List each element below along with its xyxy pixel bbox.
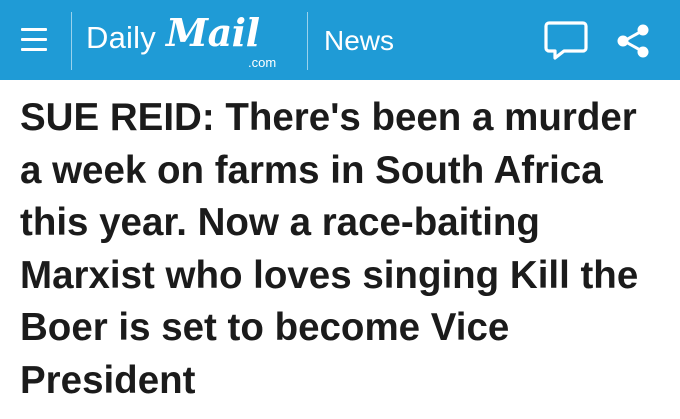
- header-divider: [307, 12, 308, 70]
- logo-daily-text: Daily: [86, 20, 156, 55]
- menu-bar: [21, 38, 47, 41]
- share-icon[interactable]: [610, 20, 656, 62]
- page: Daily Mail .com News SUE REID: There's b…: [0, 0, 680, 419]
- menu-bar: [21, 48, 47, 51]
- header-divider: [71, 12, 72, 70]
- site-logo[interactable]: Daily Mail .com: [86, 8, 296, 72]
- logo-com-text: .com: [248, 55, 277, 70]
- article-headline[interactable]: SUE REID: There's been a murder a week o…: [20, 92, 660, 407]
- comment-bubble-icon[interactable]: [542, 18, 590, 62]
- section-label[interactable]: News: [324, 25, 394, 57]
- site-header: Daily Mail .com News: [0, 0, 680, 80]
- menu-bar: [21, 28, 47, 31]
- hamburger-menu-icon[interactable]: [8, 14, 60, 66]
- logo-mail-text: Mail: [166, 10, 260, 55]
